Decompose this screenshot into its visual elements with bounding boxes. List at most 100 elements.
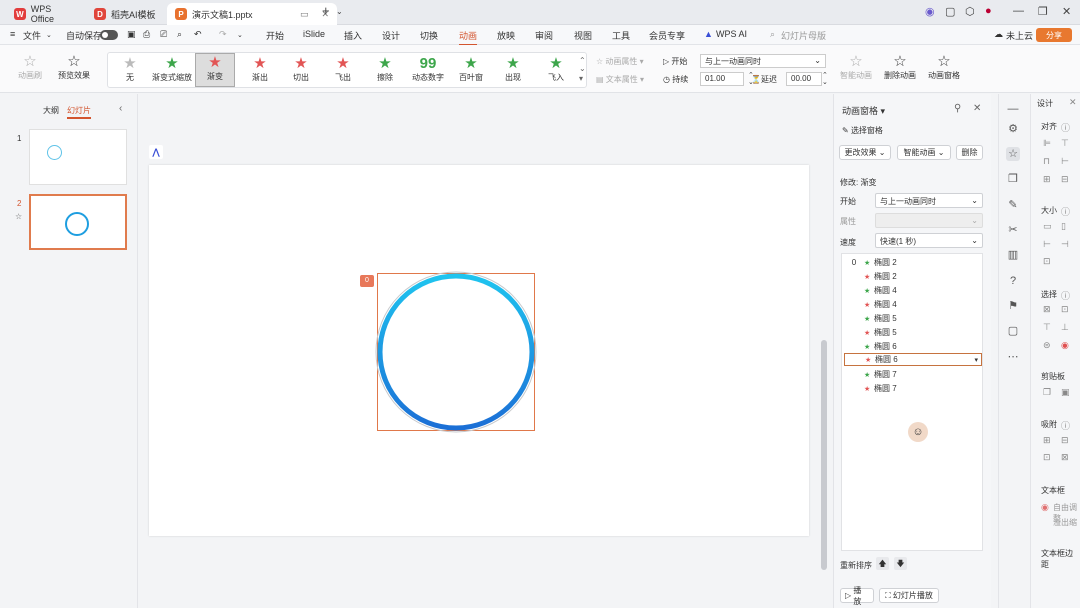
ai-assistant-icon[interactable]: ◉	[925, 5, 935, 18]
wps-ai-icon[interactable]: ▲	[704, 29, 713, 39]
effect-fade[interactable]: ★ 渐变	[195, 53, 235, 87]
menu-transition[interactable]: 切换	[420, 29, 438, 42]
skin-icon[interactable]: ▢	[945, 5, 955, 18]
shirt-icon[interactable]: ⚑	[1006, 299, 1020, 313]
snap-grid-icon[interactable]: ⊞	[1043, 435, 1051, 446]
menu-home[interactable]: 开始	[266, 29, 284, 42]
menu-insert[interactable]: 插入	[344, 29, 362, 42]
hamburger-icon[interactable]: ≡	[10, 29, 15, 39]
same-width-icon[interactable]: ▭	[1043, 221, 1052, 232]
menu-tools[interactable]: 工具	[612, 29, 630, 42]
adjust-icon[interactable]: ⚙	[1006, 122, 1020, 136]
animation-list[interactable]: 0 ★ 椭圆 2 ★ 椭圆 2 ★ 椭圆 4 ★ 椭圆 4 ★ 椭圆 5 ★ 椭圆 5 ★ 椭圆…	[841, 253, 983, 551]
pin-icon[interactable]: ⚲	[954, 103, 961, 114]
anim-attr-button[interactable]: ☆ 动画属性 ▾	[596, 56, 644, 67]
slide-thumbnail-2[interactable]	[29, 194, 127, 250]
copy-icon[interactable]: ❐	[1043, 387, 1051, 398]
send-backward-icon[interactable]: ⊥	[1061, 322, 1069, 333]
more-icon[interactable]: ⋯	[1006, 350, 1020, 364]
tab-wps-office[interactable]: W WPS Office	[6, 3, 84, 25]
menu-file[interactable]: 文件	[23, 29, 41, 42]
visibility-eye-icon[interactable]: ◉	[1061, 340, 1069, 351]
restore-icon[interactable]: ❐	[1038, 5, 1048, 18]
group-icon[interactable]: ⊜	[1043, 340, 1051, 351]
play-button[interactable]: ▷ 播放	[840, 586, 874, 606]
tab-docer-ai[interactable]: D 稻壳AI模板	[86, 3, 166, 25]
list-item[interactable]: ★ 椭圆 4	[844, 298, 982, 311]
menu-member[interactable]: 会员专享	[649, 29, 685, 42]
effect-fly-out[interactable]: ★ 飞出	[330, 55, 356, 83]
same-height-icon[interactable]: ▯	[1061, 221, 1066, 232]
effect-fade-out[interactable]: ★ 渐出	[245, 55, 275, 83]
menu-view[interactable]: 视图	[574, 29, 592, 42]
book-icon[interactable]: ▥	[1006, 248, 1020, 262]
edit-icon[interactable]: ✎	[1006, 198, 1020, 212]
comment-icon[interactable]: ▢	[1006, 324, 1020, 338]
smart-animation-dropdown[interactable]: 智能动画 ⌄	[897, 145, 951, 160]
animation-brush-button[interactable]: ☆ 动画刷	[18, 53, 42, 81]
circle-shape[interactable]	[375, 271, 537, 433]
cube-icon[interactable]: ⬡	[965, 5, 975, 18]
gallery-expand-icon[interactable]: ▾	[579, 74, 583, 83]
dash-icon[interactable]: —	[1006, 102, 1020, 116]
delay-input[interactable]: 00.00	[786, 72, 822, 86]
share-button[interactable]: 分享	[1036, 28, 1072, 42]
menu-slideshow[interactable]: 放映	[497, 29, 515, 42]
pane-title[interactable]: 动画窗格 ▾	[842, 104, 885, 117]
snap-object-icon[interactable]: ⊟	[1061, 435, 1069, 446]
redo-icon[interactable]: ↷	[219, 29, 227, 40]
fit-width-icon[interactable]: ⊢	[1043, 239, 1051, 250]
radio-selected-icon[interactable]: ◉	[1041, 502, 1049, 513]
align-middle-icon[interactable]: ⊢	[1061, 156, 1069, 167]
chevron-down-icon[interactable]: ⌄	[336, 7, 343, 16]
minimize-icon[interactable]: —	[1013, 5, 1024, 17]
tab-presentation[interactable]: P 演示文稿1.pptx ▭ ✕	[167, 3, 337, 25]
search-input[interactable]: 幻灯片母版	[781, 29, 826, 42]
preview-effect-button[interactable]: ☆ 预览效果	[58, 53, 90, 81]
list-item[interactable]: ★ 椭圆 5	[844, 312, 982, 325]
move-down-button[interactable]: 🡇	[894, 557, 907, 570]
tools-icon[interactable]: ✂	[1006, 223, 1020, 237]
print-icon[interactable]: ⎚	[160, 29, 167, 40]
select-similar-icon[interactable]: ⊠	[1043, 304, 1051, 315]
collapse-panel-icon[interactable]: ‹	[119, 103, 122, 114]
effect-wipe[interactable]: ★ 擦除	[372, 55, 398, 83]
chevron-down-icon[interactable]: ⌄	[237, 31, 243, 39]
slide-thumbnail-1[interactable]	[29, 129, 127, 185]
smart-animation-button[interactable]: ☆ 智能动画	[840, 53, 872, 81]
tab-slides[interactable]: 幻灯片	[67, 105, 91, 119]
close-pane-icon[interactable]: ✕	[973, 103, 981, 114]
same-size-icon[interactable]: ⊡	[1043, 256, 1051, 267]
vertical-scrollbar[interactable]	[821, 340, 827, 570]
animation-pane-button[interactable]: ☆ 动画窗格	[928, 53, 960, 81]
effect-appear[interactable]: ★ 出现	[500, 55, 526, 83]
copy-icon[interactable]: ❐	[1006, 172, 1020, 186]
effect-blinds[interactable]: ★ 百叶窗	[456, 55, 486, 83]
floating-assistant-avatar[interactable]: ☺	[908, 422, 928, 442]
bring-forward-icon[interactable]: ⊤	[1043, 322, 1051, 333]
fit-height-icon[interactable]: ⊣	[1061, 239, 1069, 250]
effect-dynamic-number[interactable]: 99 动态数字	[410, 55, 446, 83]
undo-icon[interactable]: ↶	[194, 29, 202, 40]
text-attr-button[interactable]: ▤ 文本属性 ▾	[596, 74, 644, 85]
format-painter-icon[interactable]: ⌕	[177, 29, 182, 40]
help-icon[interactable]: ?	[1006, 274, 1020, 288]
distribute-icon[interactable]: ⊞	[1043, 174, 1051, 185]
list-item-selected[interactable]: ★ 椭圆 6 ▾	[844, 353, 982, 366]
cloud-status[interactable]: 未上云	[1006, 29, 1033, 42]
list-item[interactable]: ★ 椭圆 7	[844, 382, 982, 395]
effect-fly-in[interactable]: ★ 飞入	[543, 55, 569, 83]
delete-button[interactable]: 删除	[956, 145, 983, 160]
delay-stepper[interactable]: ⌃ ⌄	[822, 72, 828, 86]
align-center-icon[interactable]: ⊤	[1061, 138, 1069, 149]
snap-shape-icon[interactable]: ⊠	[1061, 452, 1069, 463]
change-effect-button[interactable]: 更改效果 ⌄	[839, 145, 891, 160]
align-top-icon[interactable]: ⊓	[1043, 156, 1050, 167]
menu-islide[interactable]: iSlide	[303, 29, 325, 39]
effect-none[interactable]: ★ 无	[120, 55, 140, 83]
list-item[interactable]: ★ 椭圆 5	[844, 326, 982, 339]
distribute-v-icon[interactable]: ⊟	[1061, 174, 1069, 185]
autosave-toggle[interactable]	[100, 30, 118, 40]
monitor-icon[interactable]: ▭	[300, 9, 309, 20]
list-item[interactable]: ★ 椭圆 6	[844, 340, 982, 353]
